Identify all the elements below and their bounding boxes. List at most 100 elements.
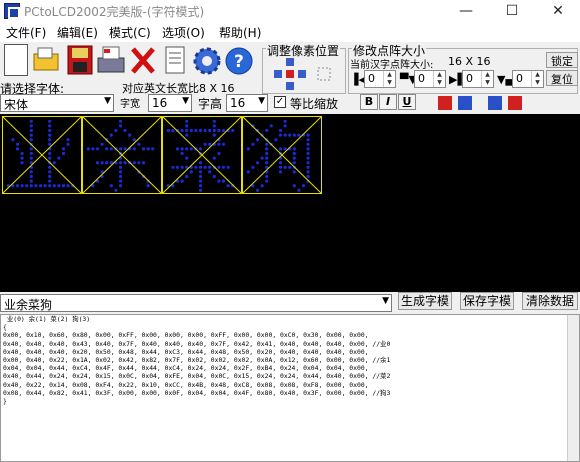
glyph-pixel bbox=[278, 161, 283, 165]
glyph-pixel bbox=[306, 170, 310, 174]
glyph-pixel bbox=[29, 124, 33, 128]
italic-button[interactable]: I bbox=[379, 94, 397, 110]
glyph-pixel bbox=[221, 179, 226, 183]
glyph-pixel bbox=[185, 119, 189, 123]
save-glyph-button[interactable]: 保存字模 bbox=[460, 292, 514, 310]
glyph-pixel bbox=[217, 128, 221, 133]
document-icon[interactable] bbox=[160, 44, 190, 78]
glyph-pixel bbox=[189, 170, 193, 174]
glyph-cell[interactable] bbox=[82, 116, 162, 194]
glyph-pixel bbox=[34, 184, 38, 188]
glyph-canvas[interactable] bbox=[0, 114, 580, 292]
glyph-pixel bbox=[29, 184, 33, 188]
menu-mode[interactable]: 模式(C) bbox=[109, 24, 151, 41]
glyph-pixel bbox=[292, 133, 296, 137]
glyph-pixel bbox=[15, 184, 20, 188]
glyph-pixel bbox=[20, 151, 24, 156]
glyph-pixel bbox=[180, 151, 184, 156]
glyph-pixel bbox=[217, 165, 221, 169]
glyph-pixel bbox=[208, 128, 212, 133]
glyph-pixel bbox=[180, 179, 184, 183]
font-select[interactable]: 宋体 ▼ bbox=[0, 94, 114, 112]
glyph-pixel bbox=[118, 124, 123, 128]
minimize-button[interactable]: — bbox=[443, 0, 489, 22]
glyph-pixel bbox=[246, 170, 250, 174]
open-folder-icon[interactable] bbox=[32, 44, 62, 74]
glyph-pixel bbox=[283, 119, 287, 123]
delete-x-icon[interactable] bbox=[128, 44, 158, 78]
menu-edit[interactable]: 编辑(E) bbox=[57, 24, 98, 41]
glyph-pixel bbox=[265, 151, 269, 156]
spin-left[interactable]: 0 ▲ ▼ bbox=[364, 70, 396, 88]
glyph-pixel bbox=[132, 161, 136, 165]
glyph-pixel bbox=[180, 165, 184, 169]
glyph-pixel bbox=[265, 156, 269, 160]
glyph-pixel bbox=[203, 165, 207, 169]
print-icon[interactable] bbox=[96, 44, 126, 78]
pixel-arrows-icon[interactable] bbox=[270, 56, 342, 92]
glyph-pixel bbox=[118, 174, 123, 179]
glyph-pixel bbox=[221, 142, 226, 146]
help-icon[interactable]: ? bbox=[224, 44, 254, 78]
glyph-pixel bbox=[105, 147, 109, 151]
gear-icon[interactable] bbox=[192, 44, 222, 78]
glyph-cell[interactable] bbox=[162, 116, 242, 194]
spin-top[interactable]: 0 ▲ ▼ bbox=[414, 70, 446, 88]
glyph-pixel bbox=[198, 188, 203, 192]
glyph-pixel bbox=[194, 165, 198, 169]
rotate-icon[interactable] bbox=[486, 94, 526, 112]
glyph-cell[interactable] bbox=[242, 116, 322, 194]
text-input[interactable]: 业余菜狗 ▼ bbox=[0, 294, 392, 312]
maximize-button[interactable]: ☐ bbox=[489, 0, 535, 22]
bold-button[interactable]: B bbox=[360, 94, 378, 110]
glyph-pixel bbox=[57, 184, 61, 188]
app-icon bbox=[4, 3, 20, 19]
restore-button[interactable]: 复位 bbox=[546, 70, 578, 86]
glyph-cell[interactable] bbox=[2, 116, 82, 194]
glyph-pixel bbox=[66, 138, 70, 142]
lock-button[interactable]: 锁定 bbox=[546, 52, 578, 68]
save-disk-icon[interactable] bbox=[66, 44, 96, 78]
glyph-pixel bbox=[203, 142, 207, 146]
close-button[interactable]: ✕ bbox=[535, 0, 580, 22]
glyph-pixel bbox=[66, 184, 70, 188]
glyph-pixel bbox=[48, 184, 52, 188]
glyph-pixel bbox=[265, 179, 269, 183]
spin-bottom[interactable]: 0 ▲ ▼ bbox=[512, 70, 544, 88]
glyph-pixel bbox=[86, 147, 90, 151]
spin-right[interactable]: 0 ▲ ▼ bbox=[462, 70, 494, 88]
glyph-pixel bbox=[226, 184, 230, 188]
generate-button[interactable]: 生成字模 bbox=[398, 292, 452, 310]
menu-file[interactable]: 文件(F) bbox=[6, 24, 46, 41]
input-row: 业余菜狗 ▼ 生成字模 保存字模 清除数据 bbox=[0, 292, 580, 314]
glyph-pixel bbox=[43, 184, 47, 188]
menu-help[interactable]: 帮助(H) bbox=[219, 24, 261, 41]
glyph-pixel bbox=[118, 147, 123, 151]
glyph-pixel bbox=[288, 133, 292, 137]
glyph-pixel bbox=[212, 156, 216, 160]
glyph-pixel bbox=[292, 170, 296, 174]
menu-options[interactable]: 选项(O) bbox=[162, 24, 205, 41]
glyph-pixel bbox=[198, 174, 203, 179]
glyph-pixel bbox=[283, 124, 287, 128]
glyph-pixel bbox=[265, 161, 269, 165]
output-textarea[interactable]: 业(0) 余(1) 菜(2) 狗(3){0x00, 0x10, 0x60, 0x… bbox=[0, 314, 580, 462]
proportional-checkbox[interactable]: ✓ bbox=[274, 96, 286, 108]
glyph-pixel bbox=[265, 174, 269, 179]
glyph-pixel bbox=[29, 128, 33, 133]
clear-data-button[interactable]: 清除数据 bbox=[522, 292, 578, 310]
vertical-scrollbar[interactable] bbox=[567, 315, 579, 461]
glyph-pixel bbox=[61, 151, 66, 156]
output-line: 0x08, 0x44, 0x82, 0x41, 0x3F, 0x00, 0x00… bbox=[3, 388, 391, 397]
glyph-pixel bbox=[198, 161, 203, 165]
char-height-select[interactable]: 16 ▼ bbox=[226, 94, 268, 112]
underline-button[interactable]: U bbox=[398, 94, 416, 110]
glyph-pixel bbox=[20, 156, 24, 160]
glyph-pixel bbox=[283, 165, 287, 169]
glyph-pixel bbox=[29, 147, 33, 151]
char-width-select[interactable]: 16 ▼ bbox=[148, 94, 192, 112]
glyph-pixel bbox=[185, 128, 189, 133]
new-file-icon[interactable] bbox=[4, 44, 28, 76]
flip-horizontal-icon[interactable] bbox=[436, 94, 476, 112]
glyph-pixel bbox=[274, 138, 278, 142]
